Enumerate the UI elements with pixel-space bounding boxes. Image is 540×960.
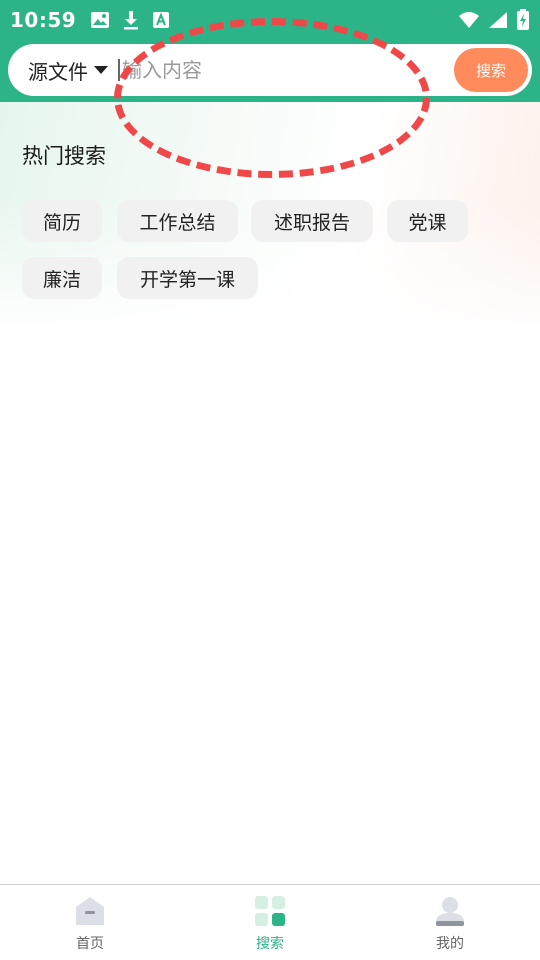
tab-mine[interactable]: 我的 <box>360 885 540 960</box>
tab-mine-label: 我的 <box>436 936 464 952</box>
source-select-label: 源文件 <box>28 59 88 84</box>
home-icon <box>74 895 106 927</box>
grid-icon <box>254 895 286 927</box>
font-icon <box>152 11 170 29</box>
status-bar: 10:59 <box>0 0 540 40</box>
download-icon <box>122 10 140 30</box>
source-select[interactable]: 源文件 <box>8 56 118 85</box>
status-time: 10:59 <box>10 8 77 32</box>
hot-tag[interactable]: 开学第一课 <box>117 257 258 299</box>
search-bar: 源文件 搜索 <box>8 44 532 96</box>
battery-charging-icon <box>516 9 530 31</box>
bottom-tab-bar: 首页 搜索 我的 <box>0 884 540 960</box>
tab-search-label: 搜索 <box>256 936 284 952</box>
search-input[interactable] <box>122 58 442 82</box>
search-header: 源文件 搜索 <box>0 40 540 102</box>
hot-tag[interactable]: 简历 <box>22 200 102 242</box>
tab-home-label: 首页 <box>76 936 104 952</box>
search-button[interactable]: 搜索 <box>454 48 528 92</box>
hot-tag[interactable]: 党课 <box>387 200 468 242</box>
caret-down-icon <box>94 66 108 74</box>
user-icon <box>434 895 466 927</box>
tab-search[interactable]: 搜索 <box>180 885 360 960</box>
image-icon <box>90 11 110 29</box>
hot-search-title: 热门搜索 <box>22 144 106 168</box>
text-cursor <box>118 59 120 81</box>
hot-tag[interactable]: 廉洁 <box>22 257 102 299</box>
wifi-icon <box>458 11 480 29</box>
signal-icon <box>488 11 508 29</box>
tab-home[interactable]: 首页 <box>0 885 180 960</box>
hot-tag[interactable]: 述职报告 <box>251 200 373 242</box>
hot-tag[interactable]: 工作总结 <box>117 200 238 242</box>
